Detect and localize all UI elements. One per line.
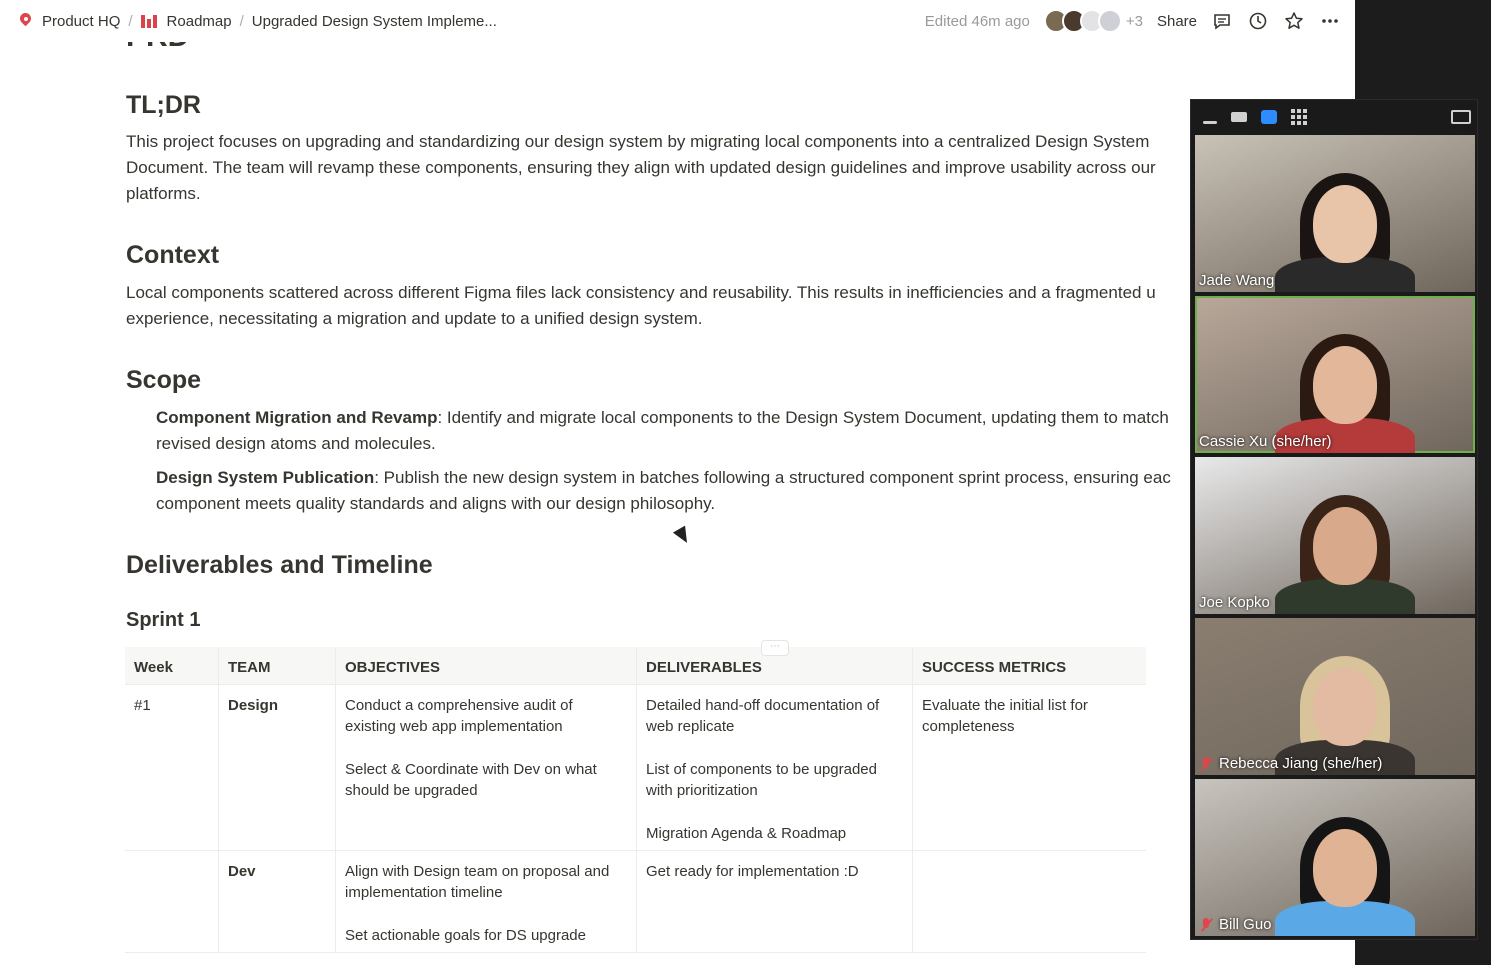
cell-success-metrics[interactable] [913,851,1146,952]
breadcrumb-section-label: Roadmap [166,12,232,30]
sprint-heading: Sprint 1 [126,609,201,631]
objective-item: Set actionable goals for DS upgrade [345,927,586,944]
comment-icon[interactable] [1211,10,1233,32]
scope-heading: Scope [126,366,202,394]
cell-team[interactable]: Design [219,685,336,850]
scope-item-2: Design System Publication: Publish the n… [156,465,1190,491]
context-heading: Context [126,241,220,269]
scope-item-1: Component Migration and Revamp: Identify… [156,405,1190,431]
cell-deliverables[interactable]: Get ready for implementation :D [637,851,913,952]
breadcrumb-page[interactable]: Upgraded Design System Impleme... [248,11,501,32]
context-line-1: Local components scattered across differ… [126,283,1156,302]
participant-name-label: Jade Wang [1199,272,1275,289]
topbar-actions: Edited 46m ago +3 Share [925,0,1341,42]
edited-status: Edited 46m ago [924,12,1030,30]
topbar: Product HQ / Roadmap / Upgraded Design S… [0,0,1355,42]
scope-item-2-text: : Publish the new design system in batch… [374,468,1171,487]
single-view-icon[interactable] [1231,112,1247,122]
pin-icon [18,12,34,30]
participant-video-tile[interactable]: Joe Kopko [1195,457,1475,614]
participant-face [1313,346,1377,424]
breadcrumb-separator: / [239,12,244,30]
participant-name-label: Bill Guo [1219,916,1272,933]
cell-deliverables[interactable]: Detailed hand-off documentation of web r… [637,685,913,850]
participant-name: Cassie Xu (she/her) [1199,433,1332,450]
more-options-icon[interactable] [1319,10,1341,32]
breadcrumb-separator: / [128,12,133,30]
breadcrumb-section[interactable]: Roadmap [137,11,236,32]
participant-video-tile[interactable]: Bill Guo [1195,779,1475,936]
table-row: Dev Align with Design team on proposal a… [125,851,1146,953]
participant-video-tile[interactable]: Jade Wang [1195,135,1475,292]
cell-week[interactable] [125,851,219,952]
participant-face [1313,185,1377,263]
muted-mic-icon [1199,756,1213,772]
cell-objectives[interactable]: Conduct a comprehensive audit of existin… [336,685,637,850]
participant-name: Rebecca Jiang (she/her) [1199,755,1382,772]
objective-item: Align with Design team on proposal and i… [345,863,610,901]
deliverables-heading: Deliverables and Timeline [126,551,433,579]
participant-face [1313,507,1377,585]
star-icon[interactable] [1283,10,1305,32]
mouse-cursor-icon [672,525,694,547]
header-team[interactable]: TEAM [219,647,336,684]
exit-float-icon[interactable] [1451,110,1471,124]
history-clock-icon[interactable] [1247,10,1269,32]
breadcrumb-workspace-label: Product HQ [42,12,121,30]
metric-item: Evaluate the initial list for completene… [922,697,1088,735]
minimize-icon[interactable] [1203,120,1217,124]
deliverable-item: List of components to be upgraded with p… [646,761,877,799]
scope-item-2-title: Design System Publication [156,468,375,487]
table-header-row: Week TEAM OBJECTIVES DELIVERABLES SUCCES… [125,647,1146,685]
tldr-heading: TL;DR [126,91,201,119]
header-success-metrics[interactable]: SUCCESS METRICS [913,647,1146,684]
deliverable-item: Migration Agenda & Roadmap [646,825,847,842]
gallery-view-icon[interactable] [1291,109,1307,125]
tldr-line-2: Document. The team will revamp these com… [126,158,1156,177]
participant-video-tile[interactable]: Rebecca Jiang (she/her) [1195,618,1475,775]
document-window: Product HQ / Roadmap / Upgraded Design S… [0,0,1355,965]
speaker-view-icon[interactable] [1261,110,1277,124]
participant-name: Bill Guo [1199,916,1272,933]
call-view-toolbar [1191,100,1479,134]
cell-team[interactable]: Dev [219,851,336,952]
deliverable-item: Detailed hand-off documentation of web r… [646,697,880,735]
share-button[interactable]: Share [1157,13,1197,30]
table-drag-handle[interactable]: ⋯ [761,640,789,656]
header-objectives[interactable]: OBJECTIVES [336,647,637,684]
context-line-2: experience, necessitating a migration an… [126,309,703,328]
participant-name-label: Rebecca Jiang (she/her) [1219,755,1383,772]
collaborator-avatars[interactable]: +3 [1043,9,1143,33]
participant-name-label: Cassie Xu (she/her) [1199,433,1332,450]
tldr-line-3: platforms. [126,184,201,203]
tldr-line-1: This project focuses on upgrading and st… [126,132,1150,151]
participant-name: Jade Wang [1199,272,1274,289]
breadcrumb: Product HQ / Roadmap / Upgraded Design S… [14,0,501,42]
scope-item-2-cont: component meets quality standards and al… [156,494,716,513]
more-collaborators-count[interactable]: +3 [1126,13,1143,30]
participant-name-label: Joe Kopko [1199,594,1270,611]
deliverable-item: Get ready for implementation :D [646,863,859,880]
roadmap-icon [140,14,159,28]
breadcrumb-workspace[interactable]: Product HQ [14,10,124,32]
objective-item: Select & Coordinate with Dev on what sho… [345,761,597,799]
scope-item-1-text: : Identify and migrate local components … [437,408,1169,427]
header-week[interactable]: Week [125,647,219,684]
participant-video-tile[interactable]: Cassie Xu (she/her) [1195,296,1475,453]
participant-face [1313,668,1377,746]
participant-face [1313,829,1377,907]
cell-week[interactable]: #1 [125,685,219,850]
breadcrumb-page-label: Upgraded Design System Impleme... [251,12,497,30]
participant-name: Joe Kopko [1199,594,1270,611]
objective-item: Conduct a comprehensive audit of existin… [345,697,573,735]
avatar[interactable] [1097,9,1122,33]
muted-mic-icon [1199,917,1213,933]
table-row: #1 Design Conduct a comprehensive audit … [125,685,1146,851]
scope-item-1-cont: revised design atoms and molecules. [156,434,436,453]
video-call-panel: Jade Wang Cassie Xu (she/her) Joe Kopko Reb… [1190,99,1478,940]
cell-success-metrics[interactable]: Evaluate the initial list for completene… [913,685,1146,850]
scope-item-1-title: Component Migration and Revamp [156,408,438,427]
cell-objectives[interactable]: Align with Design team on proposal and i… [336,851,637,952]
